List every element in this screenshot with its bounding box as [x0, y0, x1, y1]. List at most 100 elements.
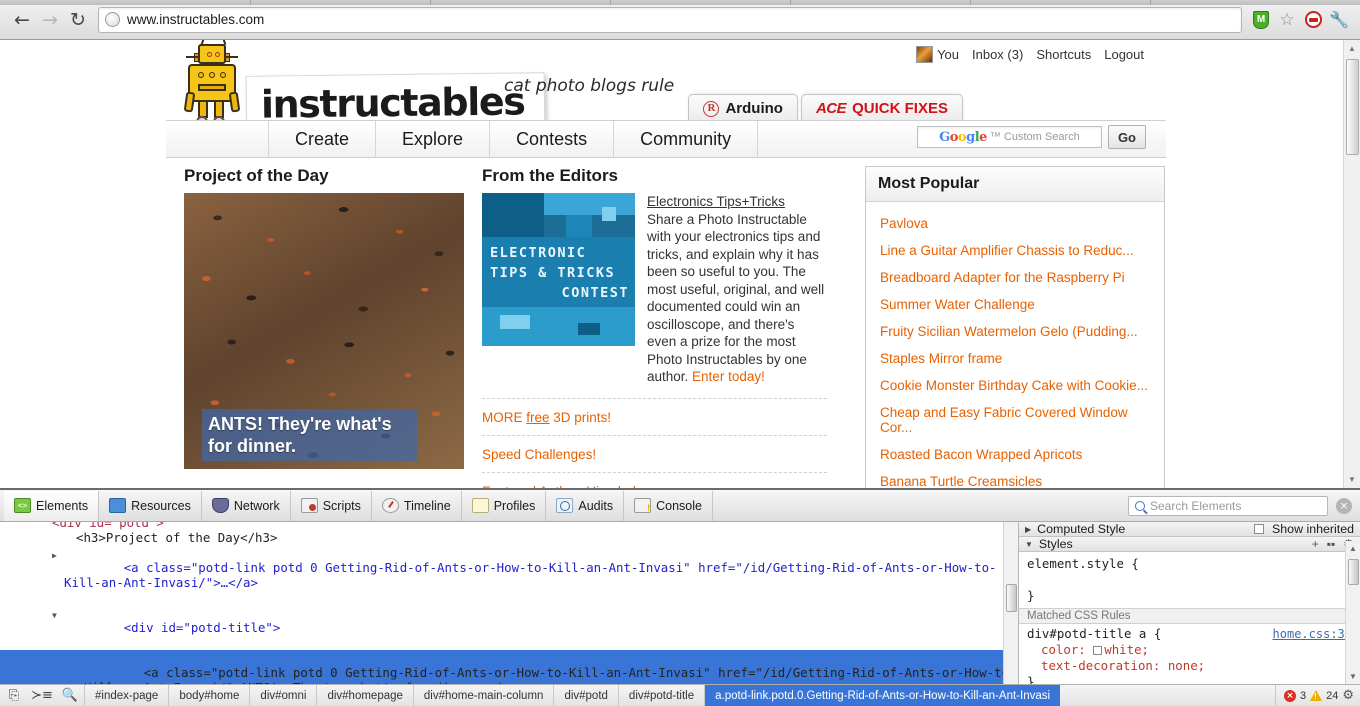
dock-undock-icon[interactable]: ⎘ [0, 685, 28, 706]
most-popular-link-3[interactable]: Summer Water Challenge [880, 297, 1035, 312]
dom-row-potd-title-open[interactable]: ▼ <div id="potd-title"> [0, 605, 1018, 650]
styles-scrollbar[interactable]: ▲ ▼ [1345, 541, 1360, 684]
potd-title[interactable]: ANTS! They're what's for dinner. [202, 409, 417, 461]
dom-tree-scrollbar[interactable] [1003, 522, 1018, 684]
list-item[interactable]: Fruity Sicilian Watermelon Gelo (Pudding… [866, 318, 1164, 345]
adblock-shield-icon[interactable]: M [1248, 7, 1274, 33]
show-inherited-checkbox[interactable] [1254, 524, 1265, 534]
breadcrumb-body-home[interactable]: body#home [168, 685, 249, 706]
fte-link-speed-challenges[interactable]: Speed Challenges! [482, 436, 827, 473]
reload-icon[interactable]: ↻ [64, 6, 92, 34]
close-icon[interactable]: × [1336, 497, 1352, 514]
scroll-down-arrow-icon[interactable]: ▼ [1346, 669, 1360, 684]
stylesheet-source-link[interactable]: home.css:39 [1273, 626, 1352, 642]
devtools-tab-elements[interactable]: Elements [4, 490, 100, 521]
bookmark-star-icon[interactable]: ☆ [1274, 7, 1300, 33]
scroll-up-arrow-icon[interactable]: ▲ [1346, 541, 1360, 556]
list-item[interactable]: Staples Mirror frame [866, 345, 1164, 372]
scrollbar-thumb[interactable] [1346, 59, 1359, 155]
most-popular-link-4[interactable]: Fruity Sicilian Watermelon Gelo (Pudding… [880, 324, 1138, 339]
element-state-button[interactable]: ▪▪ [1327, 537, 1336, 551]
breadcrumb-div-potd[interactable]: div#potd [553, 685, 617, 706]
account-you[interactable]: You [916, 46, 959, 63]
contest-enter-link[interactable]: Enter today! [692, 369, 765, 384]
dom-row-selected-potd-link[interactable]: <a class="potd-link potd 0 Getting-Rid-o… [0, 650, 1018, 684]
css-property-color[interactable]: color: white; [1027, 642, 1352, 658]
promo-tab-ace[interactable]: ACE QUICK FIXES [800, 94, 963, 123]
fte-link-3d-prints[interactable]: MORE free 3D prints! [482, 397, 827, 436]
pretty-print-icon[interactable]: ≻≡ [28, 685, 56, 706]
element-style-selector[interactable]: element.style { [1027, 556, 1352, 572]
scroll-down-arrow-icon[interactable]: ▼ [1344, 471, 1360, 488]
devtools-tab-scripts[interactable]: Scripts [291, 490, 372, 521]
css-property-text-decoration[interactable]: text-decoration: none; [1027, 658, 1352, 674]
devtools-tab-network[interactable]: Network [202, 490, 291, 521]
list-item[interactable]: Banana Turtle Creamsicles [866, 468, 1164, 488]
list-item[interactable]: Cheap and Easy Fabric Covered Window Cor… [866, 399, 1164, 441]
search-input[interactable]: Google ™ Custom Search [916, 126, 1102, 148]
devtools-tab-console[interactable]: Console [624, 490, 713, 521]
breadcrumb-div-homepage[interactable]: div#homepage [316, 685, 412, 706]
computed-style-header[interactable]: ▶ Computed Style Show inherited [1019, 522, 1360, 537]
devtools-tab-audits[interactable]: Audits [546, 490, 625, 521]
search-go-button[interactable]: Go [1107, 125, 1146, 149]
nav-item-explore[interactable]: Explore [376, 121, 491, 157]
styles-header[interactable]: ▼ Styles + ▪▪ ⚙ [1019, 537, 1360, 552]
contest-thumbnail[interactable]: ELECTRONIC TIPS & TRICKS CONTEST [482, 193, 635, 346]
nav-item-create[interactable]: Create [269, 121, 377, 157]
potd-image[interactable]: ANTS! They're what's for dinner. [184, 193, 464, 469]
page-scrollbar[interactable]: ▲ ▼ [1343, 40, 1360, 488]
matched-rule-row[interactable]: home.css:39 div#potd-title a { [1027, 626, 1352, 642]
most-popular-link-6[interactable]: Cookie Monster Birthday Cake with Cookie… [880, 378, 1148, 393]
list-item[interactable]: Breadboard Adapter for the Raspberry Pi [866, 264, 1164, 291]
scroll-up-arrow-icon[interactable]: ▲ [1344, 40, 1360, 57]
most-popular-link-9[interactable]: Banana Turtle Creamsicles [880, 474, 1042, 488]
devtools-tab-timeline[interactable]: Timeline [372, 490, 462, 521]
breadcrumb-div-potd-title[interactable]: div#potd-title [617, 685, 704, 706]
nav-item-community[interactable]: Community [614, 121, 759, 157]
add-rule-button[interactable]: + [1312, 537, 1319, 551]
potd-link[interactable]: ANTS! They're what's for dinner. [208, 413, 411, 457]
list-item[interactable]: Summer Water Challenge [866, 291, 1164, 318]
fte-link-featured-author[interactable]: Featured Author: Hiyadudez [482, 473, 827, 489]
breadcrumb-index-page[interactable]: #index-page [84, 685, 168, 706]
logout-link[interactable]: Logout [1104, 47, 1144, 62]
error-icon[interactable]: × [1283, 689, 1296, 702]
shortcuts-link[interactable]: Shortcuts [1036, 47, 1091, 62]
back-arrow-icon[interactable]: ← [8, 6, 36, 34]
breadcrumb-div-omni[interactable]: div#omni [249, 685, 316, 706]
stop-extension-icon[interactable] [1300, 7, 1326, 33]
contest-title-link[interactable]: Electronics Tips+Tricks [647, 194, 785, 209]
settings-gear-icon[interactable]: ⚙ [1342, 688, 1354, 703]
address-bar[interactable]: www.instructables.com [98, 6, 1242, 33]
site-logo[interactable]: instructables [180, 40, 546, 138]
page-info-icon[interactable] [105, 12, 120, 27]
warning-icon[interactable] [1310, 690, 1323, 701]
most-popular-link-5[interactable]: Staples Mirror frame [880, 351, 1002, 366]
most-popular-link-2[interactable]: Breadboard Adapter for the Raspberry Pi [880, 270, 1125, 285]
list-item[interactable]: Pavlova [866, 210, 1164, 237]
search-icon[interactable]: 🔍 [56, 685, 84, 706]
inbox-link[interactable]: Inbox (3) [972, 47, 1023, 62]
devtools-search-input[interactable]: Search Elements [1128, 495, 1328, 516]
dom-row-potd-open[interactable]: <div id="potd"> [0, 522, 1018, 530]
dom-row-h3[interactable]: <h3>Project of the Day</h3> [0, 530, 1018, 545]
promo-tab-arduino[interactable]: R Arduino [688, 94, 798, 123]
most-popular-link-0[interactable]: Pavlova [880, 216, 928, 231]
devtools-tab-resources[interactable]: Resources [99, 490, 202, 521]
most-popular-link-8[interactable]: Roasted Bacon Wrapped Apricots [880, 447, 1082, 462]
breadcrumb-div-home-main-column[interactable]: div#home-main-column [412, 685, 554, 706]
list-item[interactable]: Roasted Bacon Wrapped Apricots [866, 441, 1164, 468]
forward-arrow-icon[interactable]: → [36, 6, 64, 34]
most-popular-link-7[interactable]: Cheap and Easy Fabric Covered Window Cor… [880, 405, 1128, 435]
devtools-tab-profiles[interactable]: Profiles [462, 490, 547, 521]
dom-tree[interactable]: <div id="potd"> <h3>Project of the Day</… [0, 522, 1018, 684]
list-item[interactable]: Line a Guitar Amplifier Chassis to Reduc… [866, 237, 1164, 264]
dom-row-potd-link-collapsed[interactable]: ▶ <a class="potd-link potd 0 Getting-Rid-… [0, 545, 1018, 605]
list-item[interactable]: Cookie Monster Birthday Cake with Cookie… [866, 372, 1164, 399]
scrollbar-thumb[interactable] [1006, 584, 1017, 612]
color-swatch-icon[interactable] [1093, 646, 1103, 655]
most-popular-link-1[interactable]: Line a Guitar Amplifier Chassis to Reduc… [880, 243, 1134, 258]
nav-item-contests[interactable]: Contests [490, 121, 615, 157]
scrollbar-thumb[interactable] [1348, 559, 1359, 585]
